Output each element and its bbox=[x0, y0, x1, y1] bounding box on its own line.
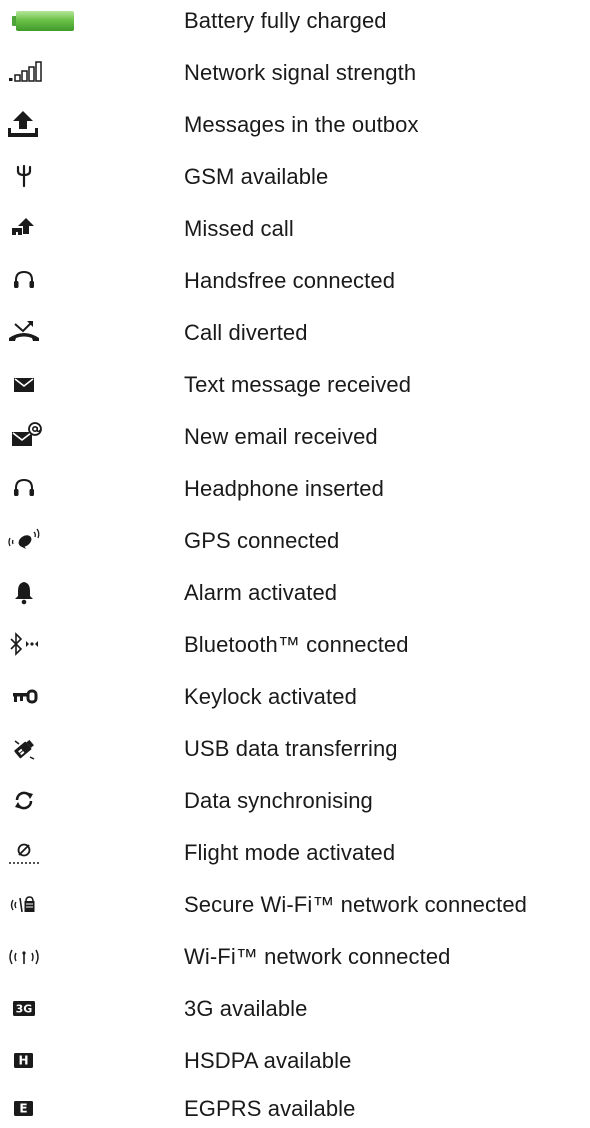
item-label: Battery fully charged bbox=[184, 8, 387, 33]
list-item: USB data transferring bbox=[0, 728, 590, 768]
item-label: Flight mode activated bbox=[184, 840, 396, 865]
list-item: Alarm activated bbox=[0, 572, 590, 612]
item-label: GSM available bbox=[184, 164, 329, 189]
item-label: Messages in the outbox bbox=[184, 112, 419, 137]
key-icon bbox=[6, 678, 76, 714]
list-item: Handsfree connected bbox=[0, 260, 590, 300]
list-item: Wi-Fi™ network connected bbox=[0, 936, 590, 976]
item-label: 3G available bbox=[184, 996, 308, 1021]
alarm-bell-icon bbox=[6, 574, 76, 610]
item-label: Text message received bbox=[184, 372, 412, 397]
item-label: Data synchronising bbox=[184, 788, 373, 813]
outbox-icon bbox=[6, 106, 76, 142]
item-label: Secure Wi-Fi™ network connected bbox=[184, 892, 528, 917]
email-icon bbox=[6, 418, 76, 454]
list-item: Headphone inserted bbox=[0, 468, 590, 508]
sync-icon bbox=[6, 782, 76, 818]
secure-wifi-icon bbox=[6, 886, 76, 922]
item-label: Keylock activated bbox=[184, 684, 357, 709]
item-label: Alarm activated bbox=[184, 580, 338, 605]
gps-icon bbox=[6, 522, 76, 558]
list-item: Data synchronising bbox=[0, 780, 590, 820]
hsdpa-badge-icon: H bbox=[6, 1042, 76, 1078]
list-item: 3G 3G available bbox=[0, 988, 590, 1028]
list-item: Bluetooth™ connected bbox=[0, 624, 590, 664]
item-label: HSDPA available bbox=[184, 1048, 352, 1073]
list-item: Messages in the outbox bbox=[0, 104, 590, 144]
envelope-icon bbox=[6, 366, 76, 402]
list-item: E EGPRS available bbox=[0, 1088, 590, 1128]
handsfree-icon bbox=[6, 262, 76, 298]
item-label: Call diverted bbox=[184, 320, 308, 345]
list-item: Missed call bbox=[0, 208, 590, 248]
item-label: Headphone inserted bbox=[184, 476, 384, 501]
list-item: Secure Wi-Fi™ network connected bbox=[0, 884, 590, 924]
item-label: Handsfree connected bbox=[184, 268, 396, 293]
bluetooth-icon bbox=[6, 626, 76, 662]
svg-text:3G: 3G bbox=[16, 1003, 33, 1016]
item-label: Wi-Fi™ network connected bbox=[184, 944, 451, 969]
list-item: Battery fully charged bbox=[0, 0, 590, 40]
headphone-icon bbox=[6, 470, 76, 506]
flight-mode-icon bbox=[6, 834, 76, 870]
usb-transfer-icon bbox=[6, 730, 76, 766]
list-item: H HSDPA available bbox=[0, 1040, 590, 1080]
battery-full-icon bbox=[6, 2, 76, 38]
signal-strength-icon bbox=[6, 54, 76, 90]
item-label: Missed call bbox=[184, 216, 294, 241]
gsm-antenna-icon bbox=[6, 158, 76, 194]
list-item: Keylock activated bbox=[0, 676, 590, 716]
svg-text:H: H bbox=[18, 1054, 28, 1068]
item-label: GPS connected bbox=[184, 528, 340, 553]
wifi-icon bbox=[6, 938, 76, 974]
list-item: Flight mode activated bbox=[0, 832, 590, 872]
item-label: USB data transferring bbox=[184, 736, 398, 761]
call-divert-icon bbox=[6, 314, 76, 350]
list-item: Text message received bbox=[0, 364, 590, 404]
list-item: Call diverted bbox=[0, 312, 590, 352]
list-item: GPS connected bbox=[0, 520, 590, 560]
missed-call-icon bbox=[6, 210, 76, 246]
list-item: GSM available bbox=[0, 156, 590, 196]
item-label: Bluetooth™ connected bbox=[184, 632, 409, 657]
item-label: Network signal strength bbox=[184, 60, 417, 85]
item-label: New email received bbox=[184, 424, 378, 449]
list-item: Network signal strength bbox=[0, 52, 590, 92]
svg-text:E: E bbox=[19, 1102, 27, 1116]
egprs-badge-icon: E bbox=[6, 1090, 76, 1126]
3g-badge-icon: 3G bbox=[6, 990, 76, 1026]
list-item: New email received bbox=[0, 416, 590, 456]
item-label: EGPRS available bbox=[184, 1096, 356, 1121]
